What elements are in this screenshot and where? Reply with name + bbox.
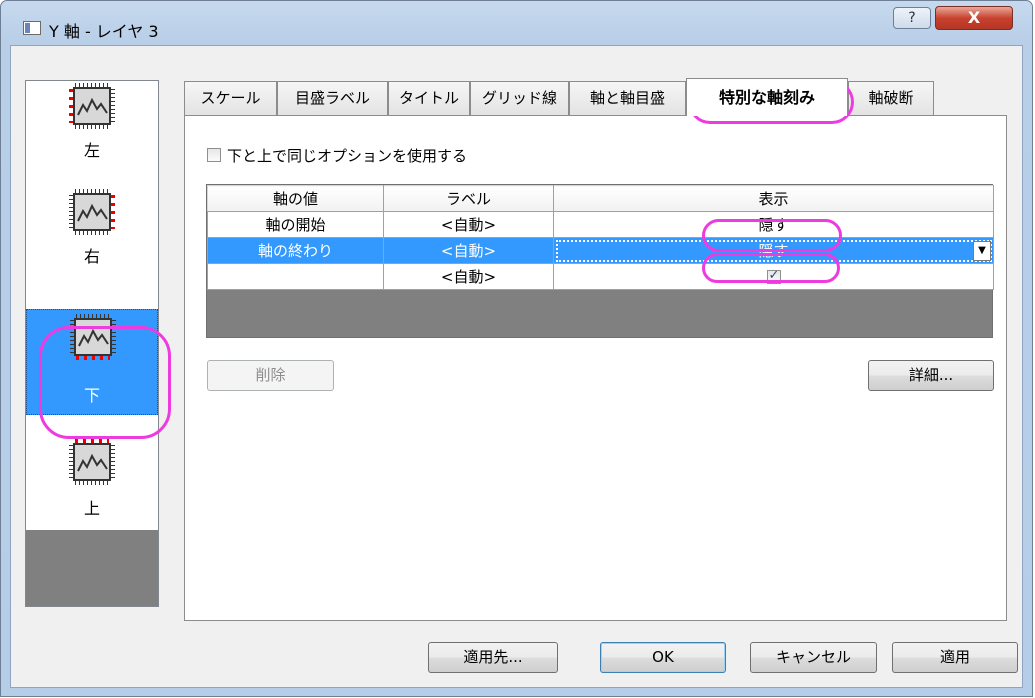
axis-list-label: 右 <box>83 247 100 266</box>
app-icon <box>23 21 41 35</box>
axis-right-icon <box>69 189 115 235</box>
checkmark-icon: ✓ <box>768 268 780 283</box>
cancel-button[interactable]: キャンセル <box>750 642 877 673</box>
same-option-checkbox[interactable] <box>207 148 221 162</box>
table-row[interactable]: 軸の開始 <自動> 隠す <box>207 211 994 238</box>
cell-axis-value[interactable]: 軸の終わり <box>207 237 384 264</box>
grid-header-row: 軸の値 ラベル 表示 <box>207 185 994 212</box>
apply-button[interactable]: 適用 <box>892 642 1018 673</box>
axis-list-label: 左 <box>83 141 100 160</box>
apply-to-button[interactable]: 適用先... <box>428 642 558 673</box>
axis-top-icon <box>69 439 115 485</box>
axis-list-label: 上 <box>83 499 100 518</box>
cell-label[interactable]: <自動> <box>383 237 554 264</box>
table-row[interactable]: 軸の終わり <自動> 隠す ▼ <box>207 237 994 264</box>
tab-special-ticks[interactable]: 特別な軸刻み <box>686 78 848 116</box>
tab-tick-labels[interactable]: 目盛ラベル <box>277 81 388 115</box>
cell-display[interactable]: 隠す <box>553 211 994 238</box>
cell-label[interactable]: <自動> <box>383 211 554 238</box>
same-option-label: 下と上で同じオプションを使用する <box>227 147 468 165</box>
details-button[interactable]: 詳細... <box>868 360 994 391</box>
tab-axis-break[interactable]: 軸破断 <box>848 81 934 115</box>
tab-scale[interactable]: スケール <box>184 81 277 115</box>
column-header-label[interactable]: ラベル <box>383 185 554 212</box>
window-title: Y 軸 - レイヤ 3 <box>49 22 159 41</box>
help-button[interactable]: ? <box>893 7 931 29</box>
cell-label[interactable]: <自動> <box>383 263 554 290</box>
axis-list-item-left[interactable]: 左 <box>26 81 158 187</box>
close-button[interactable]: X <box>935 6 1013 30</box>
axis-list-item-bottom[interactable]: 下 <box>26 309 158 415</box>
axis-list[interactable]: 左 右 下 上 <box>25 80 159 607</box>
display-combobox[interactable]: 隠す ▼ <box>553 237 994 264</box>
axis-list-label: 下 <box>83 386 100 405</box>
special-ticks-grid[interactable]: 軸の値 ラベル 表示 軸の開始 <自動> 隠す 軸の終わり <自動> 隠す ▼ … <box>206 184 994 338</box>
table-row[interactable]: <自動> ✓ <box>207 263 994 290</box>
title-bar[interactable]: Y 軸 - レイヤ 3 ? X <box>1 1 1032 45</box>
chevron-down-icon[interactable]: ▼ <box>973 241 991 261</box>
cell-display[interactable]: ✓ <box>553 263 994 290</box>
display-combobox-value: 隠す <box>758 242 789 260</box>
column-header-axis-value[interactable]: 軸の値 <box>207 185 384 212</box>
display-checkbox[interactable]: ✓ <box>766 268 781 284</box>
delete-button[interactable]: 削除 <box>207 360 334 391</box>
ok-button[interactable]: OK <box>600 642 726 673</box>
cell-axis-value[interactable]: 軸の開始 <box>207 211 384 238</box>
axis-bottom-icon <box>70 314 116 360</box>
axis-left-icon <box>69 83 115 129</box>
column-header-display[interactable]: 表示 <box>553 185 994 212</box>
axis-list-item-top[interactable]: 上 <box>26 415 158 521</box>
axis-list-item-right[interactable]: 右 <box>26 187 158 293</box>
tab-axis-and-ticks[interactable]: 軸と軸目盛 <box>569 81 686 115</box>
tab-title[interactable]: タイトル <box>388 81 470 115</box>
cell-axis-value[interactable] <box>207 263 384 290</box>
axis-list-empty-area <box>26 530 158 606</box>
tab-grid-lines[interactable]: グリッド線 <box>470 81 569 115</box>
